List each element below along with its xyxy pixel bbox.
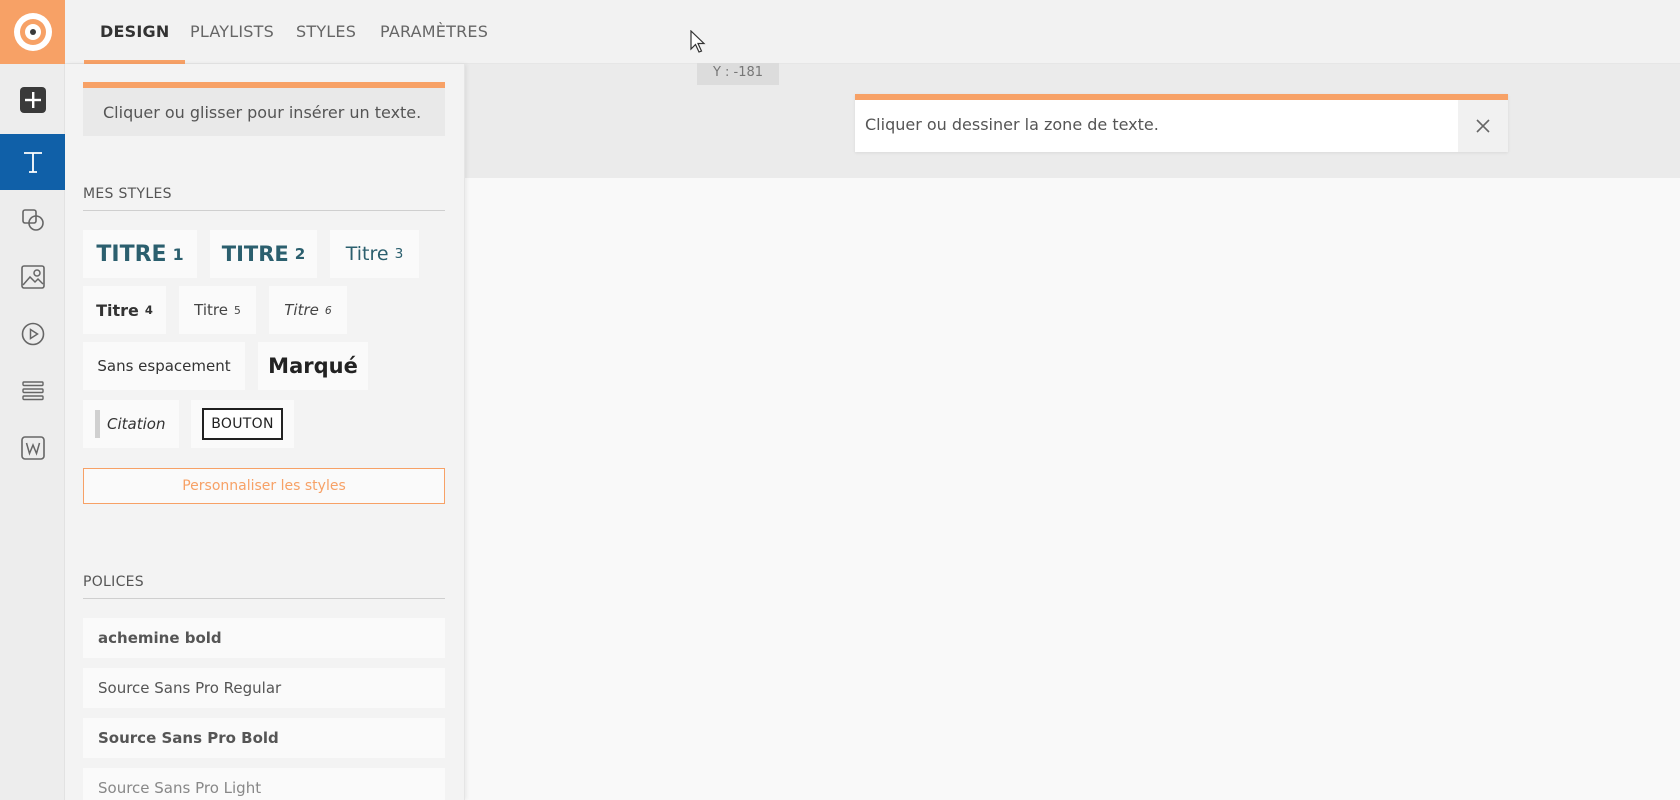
font-item-achemine-bold[interactable]: achemine bold [83,618,445,658]
fonts-section-title: POLICES [83,574,445,599]
tab-styles[interactable]: STYLES [296,0,356,64]
rail-shapes-button[interactable] [0,192,65,248]
rail-text-button[interactable] [0,134,65,190]
customize-styles-button[interactable]: Personnaliser les styles [83,468,445,504]
add-icon [19,87,46,113]
list-icon [21,381,44,401]
style-titre-1[interactable]: TITRE 1 [83,230,197,278]
app-logo-icon [13,13,52,51]
shapes-icon [21,209,44,231]
rail-image-button[interactable] [0,249,65,305]
icon-rail [0,0,65,800]
font-item-source-sans-light[interactable]: Source Sans Pro Light [83,768,445,800]
text-zone-hint-label: Cliquer ou dessiner la zone de texte. [865,115,1159,134]
style-bouton[interactable]: BOUTON [191,400,294,448]
style-bouton-preview: BOUTON [202,408,283,440]
hint-close-button[interactable] [1458,100,1508,152]
rail-widget-button[interactable] [0,420,65,476]
style-titre-4[interactable]: Titre 4 [83,286,166,334]
app-logo[interactable] [0,0,65,64]
font-item-source-sans-bold[interactable]: Source Sans Pro Bold [83,718,445,758]
style-sans-espacement[interactable]: Sans espacement [83,342,245,390]
font-item-source-sans-regular[interactable]: Source Sans Pro Regular [83,668,445,708]
design-panel: Cliquer ou glisser pour insérer un texte… [65,64,465,800]
style-marque[interactable]: Marqué [258,342,368,390]
style-titre-3[interactable]: Titre 3 [330,230,419,278]
close-icon [1476,119,1490,133]
top-tab-bar: DESIGN PLAYLISTS STYLES PARAMÈTRES [65,0,1680,64]
text-zone-hint: Cliquer ou dessiner la zone de texte. [855,94,1508,152]
style-titre-5[interactable]: Titre 5 [179,286,256,334]
tab-design[interactable]: DESIGN [83,0,186,64]
design-canvas[interactable] [465,178,1680,800]
image-icon [20,265,45,289]
text-icon [23,152,42,173]
style-titre-2[interactable]: TITRE 2 [210,230,317,278]
insert-text-dropzone[interactable]: Cliquer ou glisser pour insérer un texte… [83,82,445,136]
rail-video-button[interactable] [0,306,65,362]
widget-icon [20,436,45,460]
style-titre-6[interactable]: Titre 6 [269,286,347,334]
tab-parametres[interactable]: PARAMÈTRES [380,0,488,64]
mouse-cursor-icon [690,30,706,53]
rail-add-button[interactable] [0,72,65,128]
styles-section-title: MES STYLES [83,186,445,211]
style-citation[interactable]: Citation [83,400,179,448]
play-icon [21,322,44,346]
coordinate-readout: Y : -181 [697,63,779,85]
quote-bar [95,410,100,438]
tab-playlists[interactable]: PLAYLISTS [190,0,274,64]
rail-list-button[interactable] [0,363,65,419]
